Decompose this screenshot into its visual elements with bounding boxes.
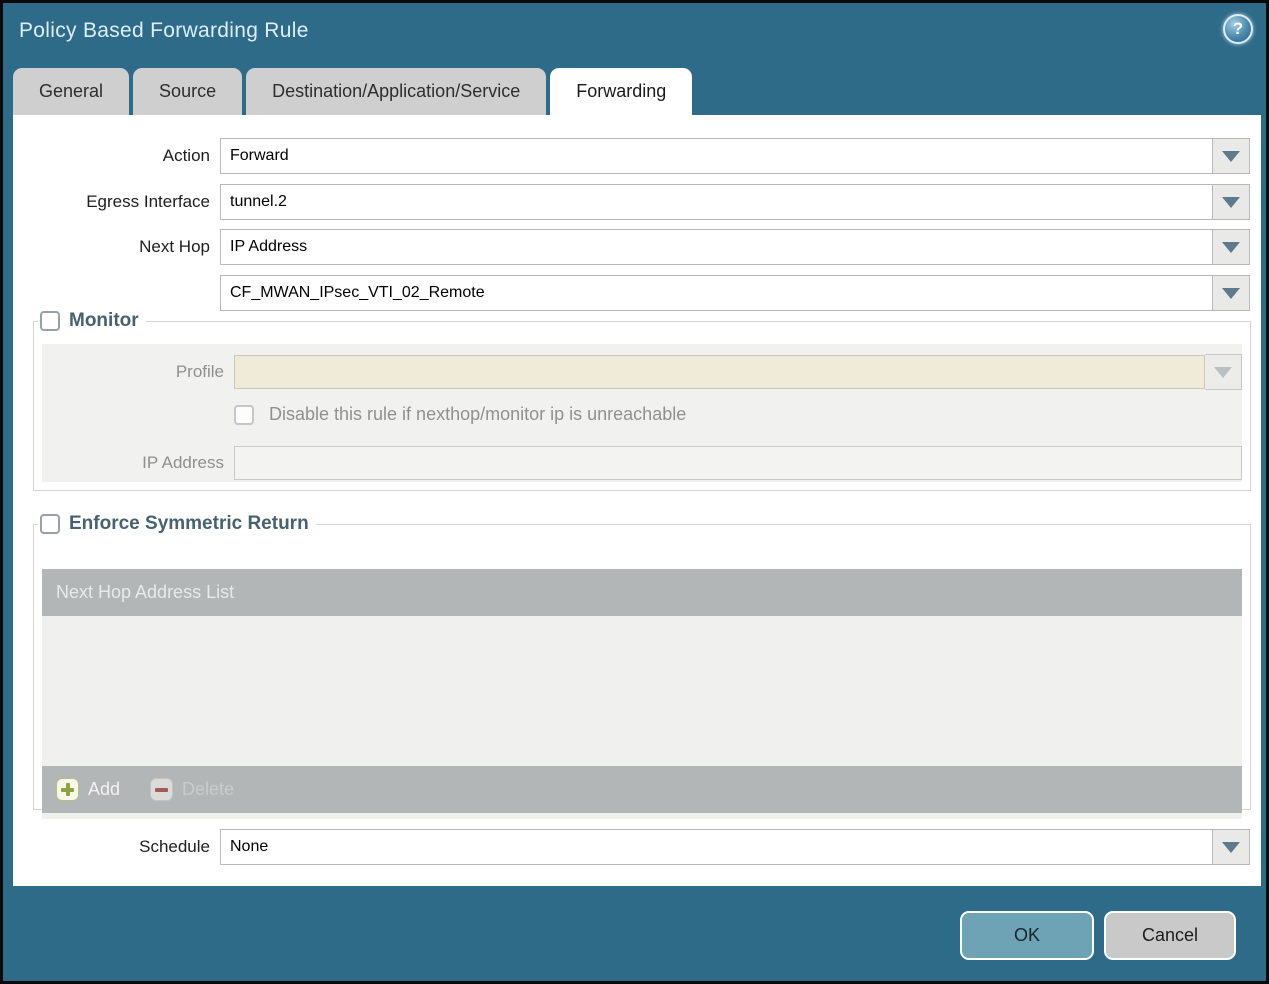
delete-button: Delete: [150, 778, 234, 801]
monitor-panel: Profile Disable this rule if nexthop/mon…: [42, 344, 1242, 482]
schedule-label: Schedule: [139, 837, 210, 856]
enforce-symmetric-return-checkbox[interactable]: [40, 514, 60, 534]
egress-interface-input[interactable]: [220, 184, 1213, 220]
profile-row: Profile: [42, 354, 1242, 390]
delete-button-label: Delete: [182, 779, 235, 799]
schedule-input[interactable]: [220, 829, 1213, 865]
chevron-down-icon: [1222, 841, 1240, 853]
disable-rule-row: Disable this rule if nexthop/monitor ip …: [234, 404, 686, 425]
monitor-section: Monitor Profile Disable this rule if nex…: [33, 310, 1251, 491]
action-dropdown-button[interactable]: [1213, 138, 1250, 174]
disable-rule-checkbox: [234, 404, 254, 425]
egress-interface-row: Egress Interface: [13, 184, 1250, 220]
next-hop-address-list-footer: Add Delete: [42, 766, 1242, 813]
table-bottom-strip: [42, 813, 1242, 819]
enforce-symmetric-return-section: Enforce Symmetric Return Next Hop Addres…: [33, 513, 1251, 819]
schedule-dropdown-button[interactable]: [1213, 829, 1250, 865]
help-icon[interactable]: ?: [1223, 14, 1253, 44]
disable-rule-label: Disable this rule if nexthop/monitor ip …: [269, 404, 687, 424]
chevron-down-icon: [1222, 150, 1240, 162]
tab-forwarding[interactable]: Forwarding: [550, 68, 693, 115]
enforce-symmetric-return-legend: Enforce Symmetric Return: [38, 513, 316, 535]
tab-bar: General Source Destination/Application/S…: [13, 68, 693, 115]
next-hop-address-input[interactable]: [220, 275, 1213, 311]
tab-general[interactable]: General: [13, 68, 130, 115]
chevron-down-icon: [1222, 196, 1240, 208]
next-hop-address-list-header: Next Hop Address List: [42, 569, 1242, 616]
egress-interface-label: Egress Interface: [86, 192, 210, 211]
add-plus-icon: [56, 778, 79, 801]
next-hop-dropdown-button[interactable]: [1213, 229, 1250, 265]
next-hop-row: Next Hop: [13, 229, 1250, 265]
monitor-legend: Monitor: [38, 310, 146, 332]
egress-interface-dropdown-button[interactable]: [1213, 184, 1250, 220]
dialog-title: Policy Based Forwarding Rule: [19, 19, 309, 42]
enforce-symmetric-return-label: Enforce Symmetric Return: [69, 513, 309, 534]
profile-dropdown-button: [1205, 354, 1242, 390]
profile-input: [234, 355, 1205, 389]
delete-minus-icon: [150, 778, 174, 801]
chevron-down-icon: [1222, 241, 1240, 253]
next-hop-address-list-body[interactable]: [42, 616, 1242, 766]
action-input[interactable]: [220, 138, 1213, 174]
monitor-checkbox[interactable]: [40, 311, 60, 331]
next-hop-address-dropdown-button[interactable]: [1213, 275, 1250, 311]
schedule-row: Schedule: [13, 829, 1250, 865]
next-hop-type-input[interactable]: [220, 229, 1213, 265]
next-hop-label: Next Hop: [139, 237, 210, 256]
forwarding-tab-panel: Action Egress Interface Next Hop: [13, 115, 1261, 886]
monitor-ip-address-input: [234, 446, 1242, 480]
policy-based-forwarding-dialog: Policy Based Forwarding Rule ? General S…: [0, 0, 1269, 984]
next-hop-address-row: [13, 275, 1250, 311]
action-row: Action: [13, 138, 1250, 174]
chevron-down-icon: [1222, 287, 1240, 299]
add-button[interactable]: Add: [56, 778, 120, 801]
tab-source[interactable]: Source: [133, 68, 243, 115]
monitor-section-label: Monitor: [69, 310, 139, 331]
action-label: Action: [162, 146, 210, 165]
profile-label: Profile: [175, 362, 224, 381]
add-button-label: Add: [88, 779, 121, 799]
monitor-ip-address-row: IP Address: [42, 446, 1242, 480]
monitor-ip-address-label: IP Address: [142, 453, 224, 472]
help-icon-glyph: ?: [1232, 19, 1244, 38]
chevron-down-icon: [1214, 366, 1232, 378]
ok-button[interactable]: OK: [960, 911, 1094, 960]
cancel-button[interactable]: Cancel: [1104, 911, 1236, 960]
tab-destination-application-service[interactable]: Destination/Application/Service: [246, 68, 547, 115]
next-hop-address-list-table: Next Hop Address List Add Delete: [42, 569, 1242, 819]
